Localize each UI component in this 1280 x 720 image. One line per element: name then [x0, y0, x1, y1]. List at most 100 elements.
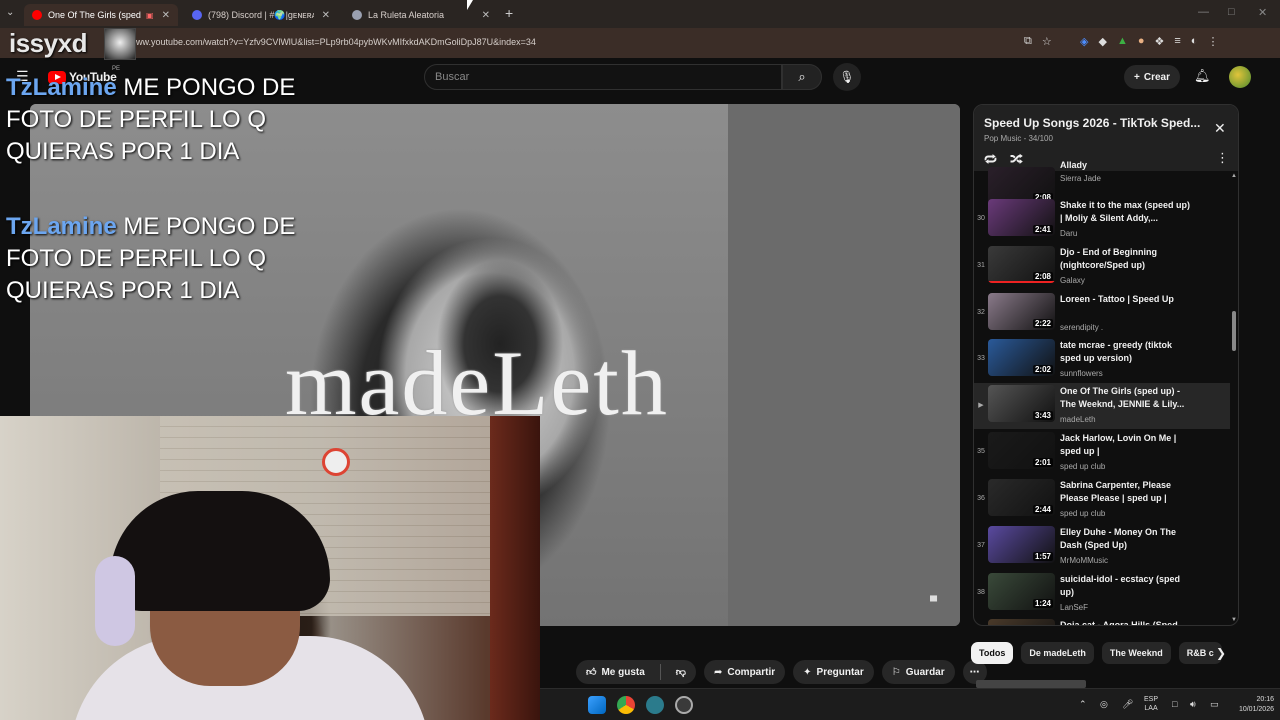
- playlist-item-channel[interactable]: LanSeF: [1060, 603, 1088, 612]
- playlist-item[interactable]: 36 2:44 Sabrina Carpenter, Please Please P…: [974, 477, 1230, 523]
- scroll-thumb[interactable]: [1232, 311, 1236, 351]
- playlist-item-title[interactable]: tate mcrae - greedy (tiktok sped up vers…: [1060, 339, 1194, 365]
- playlist-scrollbar[interactable]: ▲ ▼: [1231, 171, 1237, 625]
- filter-chip[interactable]: De madeLeth: [1021, 642, 1094, 664]
- recommended-preview[interactable]: [976, 680, 1086, 688]
- playlist-item-title[interactable]: Jack Harlow, Lovin On Me | sped up |: [1060, 432, 1194, 458]
- playlist-item-title[interactable]: Djo - End of Beginning (nightcore/Sped u…: [1060, 246, 1194, 272]
- app-taskbar-icon[interactable]: [646, 696, 664, 714]
- playlist-thumbnail[interactable]: 1:24: [988, 573, 1055, 610]
- playlist-item-current[interactable]: ▶ 3:43 One Of The Girls (sped up) - The We…: [974, 383, 1230, 429]
- close-tab-icon[interactable]: ✕: [322, 10, 330, 21]
- playlist-item-channel[interactable]: madeLeth: [1060, 415, 1096, 424]
- playlist-item[interactable]: 31 2:08 Djo - End of Beginning (nightcore/…: [974, 244, 1230, 290]
- playlist-thumbnail[interactable]: 2:01: [988, 432, 1055, 469]
- search-input[interactable]: [425, 65, 781, 89]
- tray-app-icon[interactable]: ◎: [1100, 699, 1108, 710]
- playlist-item-title[interactable]: Shake it to the max (speed up) | Moliy &…: [1060, 199, 1194, 225]
- playlist-item-channel[interactable]: sunnflowers: [1060, 369, 1103, 378]
- taskbar-clock[interactable]: 20:16 10/01/2026: [1234, 695, 1274, 715]
- input-language[interactable]: ESP LAA: [1144, 695, 1158, 713]
- playlist-thumbnail[interactable]: [988, 619, 1055, 625]
- tab-list-chevron-icon[interactable]: ⌄: [6, 7, 14, 18]
- playlist-item[interactable]: 32 2:22 Loreen - Tattoo | Speed Up serendip…: [974, 291, 1230, 337]
- tab-one-of-the-girls[interactable]: One Of The Girls (sped up) ▣ ✕: [24, 4, 178, 26]
- playlist-item-title[interactable]: suicidal-idol - ecstacy (sped up): [1060, 573, 1194, 599]
- close-tab-icon[interactable]: ✕: [162, 10, 170, 21]
- playlist-thumbnail[interactable]: 2:22: [988, 293, 1055, 330]
- playlist-item-channel[interactable]: sped up club: [1060, 509, 1105, 518]
- like-button[interactable]: 👍︎ Me gusta: [576, 660, 655, 684]
- tray-overflow-chevron-icon[interactable]: ⌃: [1079, 699, 1087, 710]
- playlist-item-channel[interactable]: sped up club: [1060, 462, 1105, 471]
- playlist-menu-icon[interactable]: ⋮: [1216, 150, 1229, 166]
- playlist-item-title[interactable]: Sabrina Carpenter, Please Please Please …: [1060, 479, 1194, 505]
- volume-icon[interactable]: 🔊︎: [1190, 699, 1196, 710]
- playlist-thumbnail[interactable]: 3:43: [988, 385, 1055, 422]
- battery-icon[interactable]: ▭: [1210, 699, 1219, 710]
- playlist-item-channel[interactable]: MrMoMMusic: [1060, 556, 1108, 565]
- playlist-item-channel[interactable]: serendipity .: [1060, 323, 1103, 332]
- filter-chip[interactable]: Todos: [971, 642, 1014, 664]
- playlist-item-title[interactable]: Elley Duhe - Money On The Dash (Sped Up): [1060, 526, 1194, 552]
- dislike-button[interactable]: 👎︎: [666, 660, 696, 684]
- playlist-item[interactable]: 37 1:57 Elley Duhe - Money On The Dash (Sp…: [974, 524, 1230, 570]
- chrome-taskbar-icon[interactable]: [617, 696, 635, 714]
- playlist-item-title[interactable]: One Of The Girls (sped up) - The Weeknd,…: [1060, 385, 1194, 411]
- playlist-item-channel[interactable]: Sierra Jade: [1060, 174, 1101, 183]
- extension-icon[interactable]: ●: [1138, 35, 1145, 48]
- search-button[interactable]: ⌕: [782, 64, 822, 90]
- playlist-title[interactable]: Speed Up Songs 2026 - TikTok Sped...: [984, 116, 1204, 130]
- install-icon[interactable]: ⧉: [1024, 35, 1032, 48]
- windows-start-icon[interactable]: [588, 696, 606, 714]
- close-window-icon[interactable]: ✕: [1258, 6, 1267, 19]
- network-icon[interactable]: □: [1172, 699, 1177, 709]
- minimize-icon[interactable]: —: [1198, 6, 1209, 18]
- bookmark-star-icon[interactable]: ☆: [1042, 35, 1052, 48]
- save-button[interactable]: ⚐ Guardar: [881, 660, 955, 684]
- playlist-item[interactable]: 35 2:01 Jack Harlow, Lovin On Me | sped up…: [974, 430, 1230, 476]
- puzzle-icon[interactable]: ❖: [1154, 35, 1164, 48]
- tray-mic-icon[interactable]: 🎤︎: [1122, 699, 1133, 710]
- chat-username: TzLamine: [6, 74, 117, 101]
- chips-next-chevron-icon[interactable]: ❯: [1216, 646, 1226, 660]
- notifications-bell-icon[interactable]: 🔔︎: [1194, 68, 1211, 84]
- voice-search-button[interactable]: 🎙︎: [833, 63, 861, 91]
- playlist-item[interactable]: 30 2:41 Shake it to the max (speed up) | M…: [974, 197, 1230, 243]
- extension-icon[interactable]: ◈: [1080, 35, 1088, 48]
- playlist-thumbnail[interactable]: 2:08: [988, 246, 1055, 283]
- account-avatar[interactable]: [1229, 66, 1251, 88]
- share-button[interactable]: ➦ Compartir: [703, 660, 786, 684]
- playlist-item-title[interactable]: Loreen - Tattoo | Speed Up: [1060, 293, 1194, 306]
- playlist-item[interactable]: Doja cat - Agora Hills (Sped: [974, 617, 1230, 625]
- filter-chip[interactable]: The Weeknd: [1101, 642, 1171, 664]
- media-control-icon[interactable]: ≡: [1174, 35, 1180, 48]
- scroll-up-icon[interactable]: ▲: [1231, 173, 1237, 179]
- url-field[interactable]: ww.youtube.com/watch?v=Yzfv9CVlWlU&list=…: [136, 37, 536, 47]
- maximize-icon[interactable]: □: [1228, 6, 1235, 18]
- playlist-thumbnail[interactable]: 2:02: [988, 339, 1055, 376]
- scroll-down-icon[interactable]: ▼: [1231, 617, 1237, 623]
- profile-icon[interactable]: ◐: [1191, 35, 1198, 48]
- playlist-thumbnail[interactable]: 2:44: [988, 479, 1055, 516]
- close-tab-icon[interactable]: ✕: [482, 10, 490, 21]
- playlist-item[interactable]: 38 1:24 suicidal-idol - ecstacy (sped up) L…: [974, 571, 1230, 617]
- playlist-item-channel[interactable]: Daru: [1060, 229, 1077, 238]
- new-tab-button[interactable]: +: [505, 5, 513, 21]
- menu-dots-icon[interactable]: ⋮: [1207, 35, 1218, 48]
- obs-taskbar-icon[interactable]: [675, 696, 693, 714]
- extension-icon[interactable]: ▲: [1117, 35, 1128, 48]
- create-button[interactable]: + Crear: [1124, 65, 1180, 89]
- tab-ruleta[interactable]: La Ruleta Aleatoria ✕: [344, 4, 498, 26]
- playlist-subtitle[interactable]: Pop Music - 34/100: [984, 134, 1053, 143]
- tab-discord[interactable]: (798) Discord | #🌍|ɡᴇɴᴇʀᴀʟ | ✕: [184, 4, 338, 26]
- playlist-thumbnail[interactable]: 1:57: [988, 526, 1055, 563]
- playlist-item[interactable]: 33 2:02 tate mcrae - greedy (tiktok sped u…: [974, 337, 1230, 383]
- playlist-item-title[interactable]: Allady: [1060, 159, 1194, 172]
- extension-icon[interactable]: ◆: [1098, 35, 1106, 48]
- playlist-item-channel[interactable]: Galaxy: [1060, 276, 1085, 285]
- ask-button[interactable]: ✦ Preguntar: [793, 660, 874, 684]
- playlist-item-title[interactable]: Doja cat - Agora Hills (Sped: [1060, 619, 1194, 625]
- playlist-thumbnail[interactable]: 2:41: [988, 199, 1055, 236]
- close-playlist-icon[interactable]: ✕: [1214, 120, 1226, 137]
